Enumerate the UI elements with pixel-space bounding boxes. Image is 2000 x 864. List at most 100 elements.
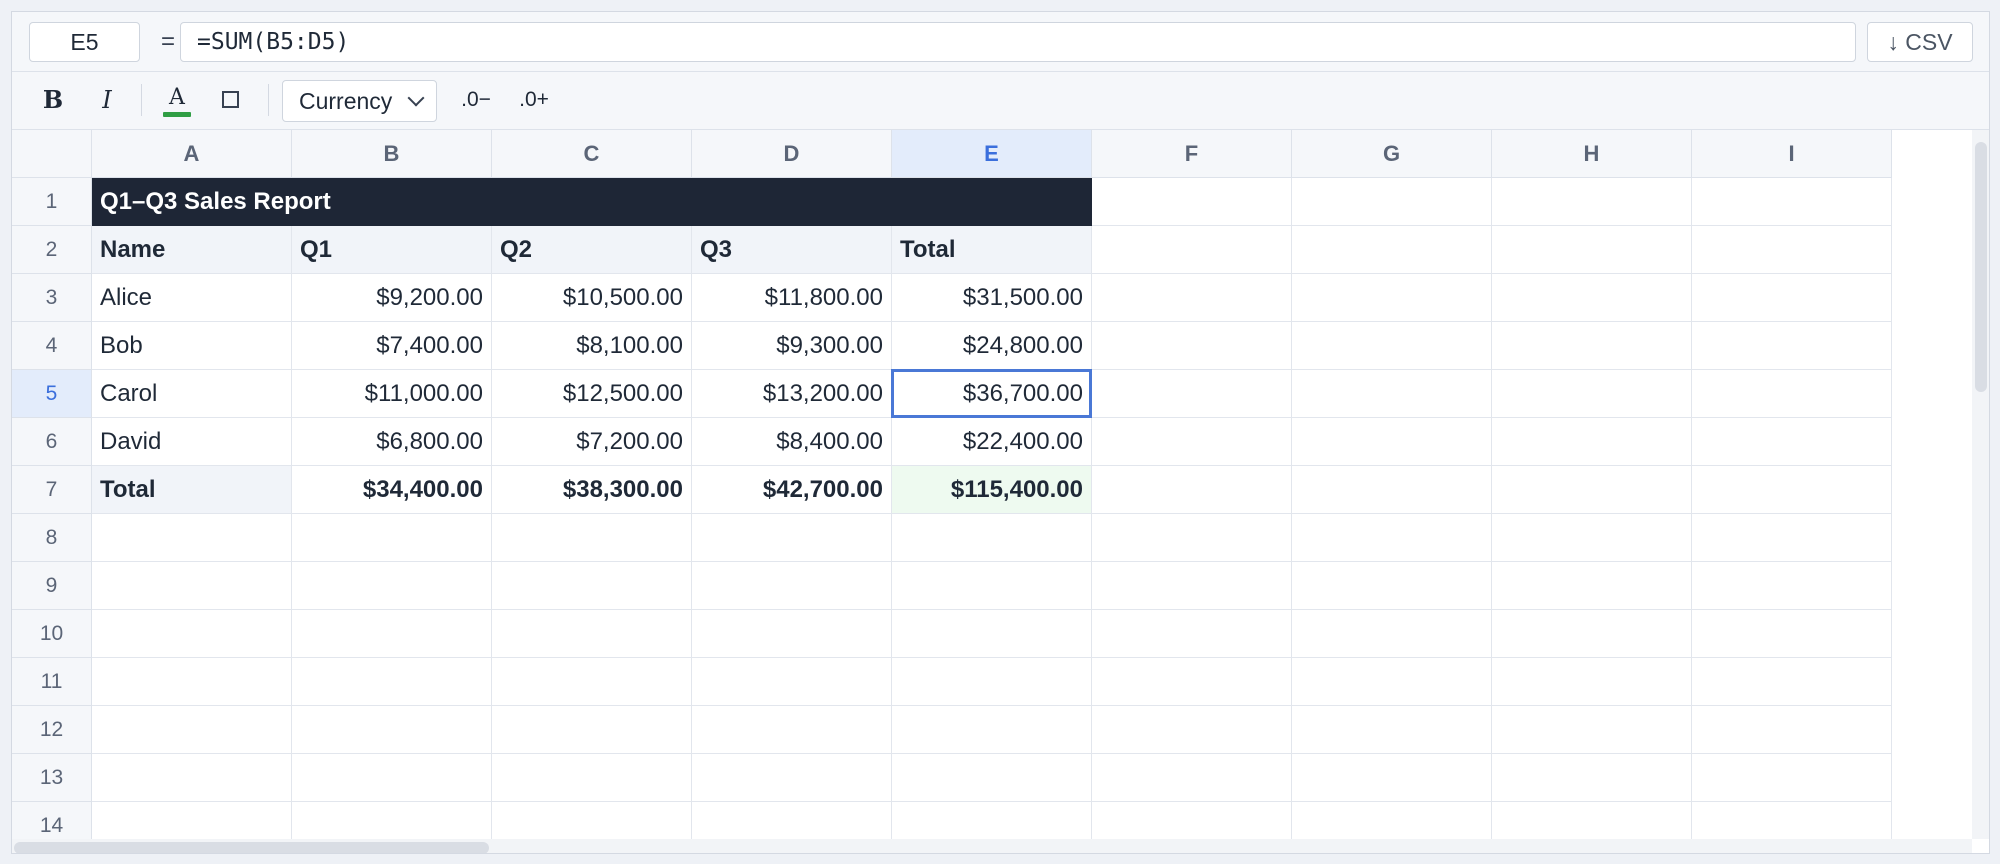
row-header-6[interactable]: 6 bbox=[12, 418, 92, 466]
cell-i13[interactable] bbox=[1692, 754, 1892, 802]
cell-f9[interactable] bbox=[1092, 562, 1292, 610]
total-cell-b[interactable]: $34,400.00 bbox=[292, 466, 492, 514]
cell-h14[interactable] bbox=[1492, 802, 1692, 839]
report-title-cell[interactable]: Q1–Q3 Sales Report bbox=[92, 178, 1092, 226]
cell-c9[interactable] bbox=[492, 562, 692, 610]
cell-f7[interactable] bbox=[1092, 466, 1292, 514]
cell-h4[interactable] bbox=[1492, 322, 1692, 370]
cell-h11[interactable] bbox=[1492, 658, 1692, 706]
header-cell-c[interactable]: Q2 bbox=[492, 226, 692, 274]
cell-c11[interactable] bbox=[492, 658, 692, 706]
cell-e12[interactable] bbox=[892, 706, 1092, 754]
row-header-1[interactable]: 1 bbox=[12, 178, 92, 226]
cell-f13[interactable] bbox=[1092, 754, 1292, 802]
number-format-select[interactable]: Currency bbox=[282, 80, 437, 122]
cell-d9[interactable] bbox=[692, 562, 892, 610]
decrease-decimals-button[interactable]: .0− bbox=[451, 80, 501, 120]
cell-h1[interactable] bbox=[1492, 178, 1692, 226]
cell-g3[interactable] bbox=[1292, 274, 1492, 322]
row-header-3[interactable]: 3 bbox=[12, 274, 92, 322]
cell-i2[interactable] bbox=[1692, 226, 1892, 274]
cell-a9[interactable] bbox=[92, 562, 292, 610]
total-cell-e[interactable]: $115,400.00 bbox=[892, 466, 1092, 514]
column-header-c[interactable]: C bbox=[492, 130, 692, 178]
column-header-a[interactable]: A bbox=[92, 130, 292, 178]
formula-input[interactable]: =SUM(B5:D5) bbox=[180, 22, 1856, 62]
cell-d5[interactable]: $13,200.00 bbox=[692, 370, 892, 418]
border-button[interactable] bbox=[208, 80, 252, 120]
cell-i8[interactable] bbox=[1692, 514, 1892, 562]
cell-d4[interactable]: $9,300.00 bbox=[692, 322, 892, 370]
row-header-4[interactable]: 4 bbox=[12, 322, 92, 370]
cell-f8[interactable] bbox=[1092, 514, 1292, 562]
cell-g7[interactable] bbox=[1292, 466, 1492, 514]
cell-d10[interactable] bbox=[692, 610, 892, 658]
cell-h9[interactable] bbox=[1492, 562, 1692, 610]
cell-i3[interactable] bbox=[1692, 274, 1892, 322]
cell-g13[interactable] bbox=[1292, 754, 1492, 802]
cell-b8[interactable] bbox=[292, 514, 492, 562]
cell-h6[interactable] bbox=[1492, 418, 1692, 466]
row-header-7[interactable]: 7 bbox=[12, 466, 92, 514]
cell-i11[interactable] bbox=[1692, 658, 1892, 706]
cell-h8[interactable] bbox=[1492, 514, 1692, 562]
active-cell-outline[interactable] bbox=[891, 369, 1092, 418]
cell-i12[interactable] bbox=[1692, 706, 1892, 754]
cell-b4[interactable]: $7,400.00 bbox=[292, 322, 492, 370]
name-box[interactable]: E5 bbox=[29, 22, 140, 62]
cell-a11[interactable] bbox=[92, 658, 292, 706]
italic-button[interactable]: I bbox=[85, 80, 129, 120]
cell-i10[interactable] bbox=[1692, 610, 1892, 658]
cell-c12[interactable] bbox=[492, 706, 692, 754]
cell-h2[interactable] bbox=[1492, 226, 1692, 274]
horizontal-scrollbar[interactable] bbox=[12, 839, 1972, 853]
cell-a4[interactable]: Bob bbox=[92, 322, 292, 370]
cell-a13[interactable] bbox=[92, 754, 292, 802]
cell-i7[interactable] bbox=[1692, 466, 1892, 514]
cell-a5[interactable]: Carol bbox=[92, 370, 292, 418]
row-header-5[interactable]: 5 bbox=[12, 370, 92, 418]
cell-c6[interactable]: $7,200.00 bbox=[492, 418, 692, 466]
increase-decimals-button[interactable]: .0+ bbox=[509, 80, 559, 120]
cell-c5[interactable]: $12,500.00 bbox=[492, 370, 692, 418]
column-header-h[interactable]: H bbox=[1492, 130, 1692, 178]
row-header-14[interactable]: 14 bbox=[12, 802, 92, 839]
cell-d11[interactable] bbox=[692, 658, 892, 706]
cell-g11[interactable] bbox=[1292, 658, 1492, 706]
cell-f14[interactable] bbox=[1092, 802, 1292, 839]
cell-b12[interactable] bbox=[292, 706, 492, 754]
cell-f11[interactable] bbox=[1092, 658, 1292, 706]
cell-f2[interactable] bbox=[1092, 226, 1292, 274]
total-cell-a[interactable]: Total bbox=[92, 466, 292, 514]
cell-f4[interactable] bbox=[1092, 322, 1292, 370]
cell-b9[interactable] bbox=[292, 562, 492, 610]
cell-b6[interactable]: $6,800.00 bbox=[292, 418, 492, 466]
cell-g2[interactable] bbox=[1292, 226, 1492, 274]
cell-b10[interactable] bbox=[292, 610, 492, 658]
cell-e4[interactable]: $24,800.00 bbox=[892, 322, 1092, 370]
header-cell-e[interactable]: Total bbox=[892, 226, 1092, 274]
cell-h7[interactable] bbox=[1492, 466, 1692, 514]
cell-d14[interactable] bbox=[692, 802, 892, 839]
row-header-11[interactable]: 11 bbox=[12, 658, 92, 706]
cell-f10[interactable] bbox=[1092, 610, 1292, 658]
export-csv-button[interactable]: ↓ CSV bbox=[1867, 22, 1973, 62]
select-all-corner[interactable] bbox=[12, 130, 92, 178]
cell-b11[interactable] bbox=[292, 658, 492, 706]
vertical-scrollbar[interactable] bbox=[1972, 130, 1989, 839]
cell-i14[interactable] bbox=[1692, 802, 1892, 839]
cell-a6[interactable]: David bbox=[92, 418, 292, 466]
row-header-13[interactable]: 13 bbox=[12, 754, 92, 802]
column-header-d[interactable]: D bbox=[692, 130, 892, 178]
cell-d12[interactable] bbox=[692, 706, 892, 754]
bold-button[interactable]: B bbox=[31, 80, 75, 120]
cell-d3[interactable]: $11,800.00 bbox=[692, 274, 892, 322]
cell-e13[interactable] bbox=[892, 754, 1092, 802]
cell-e8[interactable] bbox=[892, 514, 1092, 562]
header-cell-a[interactable]: Name bbox=[92, 226, 292, 274]
cell-h3[interactable] bbox=[1492, 274, 1692, 322]
cell-h13[interactable] bbox=[1492, 754, 1692, 802]
cell-e3[interactable]: $31,500.00 bbox=[892, 274, 1092, 322]
cell-i6[interactable] bbox=[1692, 418, 1892, 466]
cell-i9[interactable] bbox=[1692, 562, 1892, 610]
